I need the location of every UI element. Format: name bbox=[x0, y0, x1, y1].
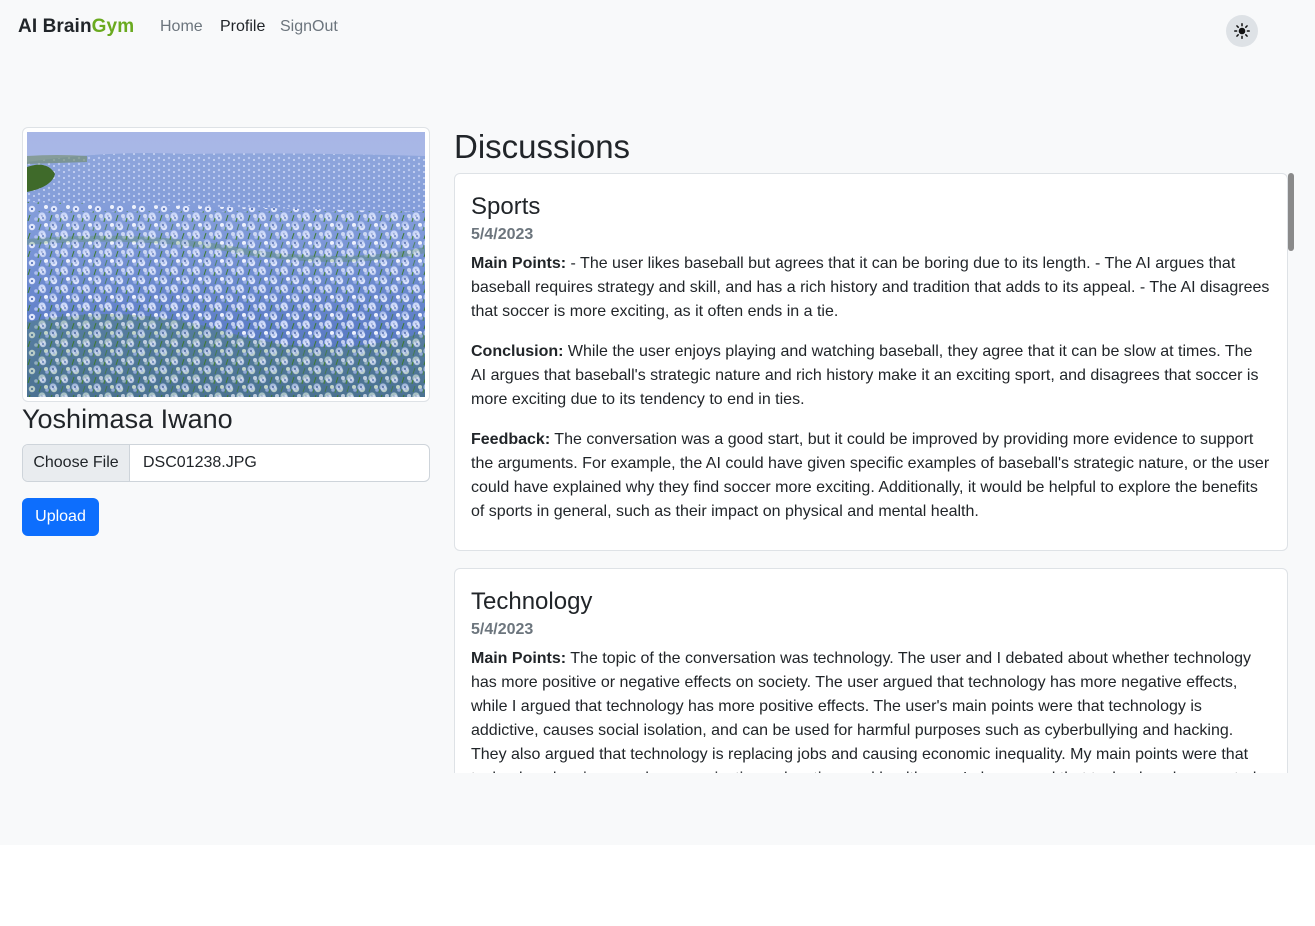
main-points-label: Main Points: bbox=[471, 255, 567, 272]
discussion-topic: Sports bbox=[471, 193, 541, 220]
main-points-text: The topic of the conversation was techno… bbox=[471, 650, 1256, 773]
nav-home[interactable]: Home bbox=[160, 18, 203, 36]
discussion-topic: Technology bbox=[471, 588, 593, 615]
choose-file-button[interactable]: Choose File bbox=[23, 445, 130, 481]
conclusion-text: While the user enjoys playing and watchi… bbox=[471, 343, 1259, 408]
scrollbar-thumb[interactable] bbox=[1288, 173, 1294, 251]
nav-signout[interactable]: SignOut bbox=[280, 18, 338, 36]
brand-logo[interactable]: AI BrainGym bbox=[18, 16, 134, 38]
app-root: AI BrainGym Home Profile SignOut Yoshima… bbox=[0, 0, 1315, 845]
brand-accent: Gym bbox=[91, 16, 135, 37]
upload-button[interactable]: Upload bbox=[22, 498, 99, 536]
main-points-text: - The user likes baseball but agrees tha… bbox=[471, 255, 1270, 320]
user-name: Yoshimasa Iwano bbox=[22, 404, 233, 434]
flower-field-image bbox=[27, 132, 425, 397]
discussion-card: Technology 5/4/2023 Main Points: The top… bbox=[454, 568, 1288, 773]
discussion-date: 5/4/2023 bbox=[471, 226, 534, 243]
main-points: Main Points: - The user likes baseball b… bbox=[471, 252, 1271, 324]
discussions-list[interactable]: Sports 5/4/2023 Main Points: - The user … bbox=[454, 173, 1295, 773]
brand-main: AI Brain bbox=[18, 16, 92, 37]
feedback: Feedback: The conversation was a good st… bbox=[471, 428, 1271, 524]
profile-image bbox=[22, 127, 430, 402]
sun-icon bbox=[1234, 23, 1250, 39]
selected-file-name: DSC01238.JPG bbox=[143, 454, 257, 471]
discussions-scrollbar[interactable] bbox=[1287, 173, 1295, 773]
feedback-label: Feedback: bbox=[471, 431, 551, 448]
nav-profile[interactable]: Profile bbox=[220, 18, 265, 36]
theme-toggle-button[interactable] bbox=[1226, 15, 1258, 47]
discussion-card: Sports 5/4/2023 Main Points: - The user … bbox=[454, 173, 1288, 551]
conclusion: Conclusion: While the user enjoys playin… bbox=[471, 340, 1271, 412]
discussions-heading: Discussions bbox=[454, 128, 631, 165]
main-points-label: Main Points: bbox=[471, 650, 567, 667]
feedback-text: The conversation was a good start, but i… bbox=[471, 431, 1270, 520]
discussion-date: 5/4/2023 bbox=[471, 621, 534, 638]
file-input[interactable]: Choose File DSC01238.JPG bbox=[22, 444, 430, 482]
conclusion-label: Conclusion: bbox=[471, 343, 564, 360]
main-points: Main Points: The topic of the conversati… bbox=[471, 647, 1271, 773]
